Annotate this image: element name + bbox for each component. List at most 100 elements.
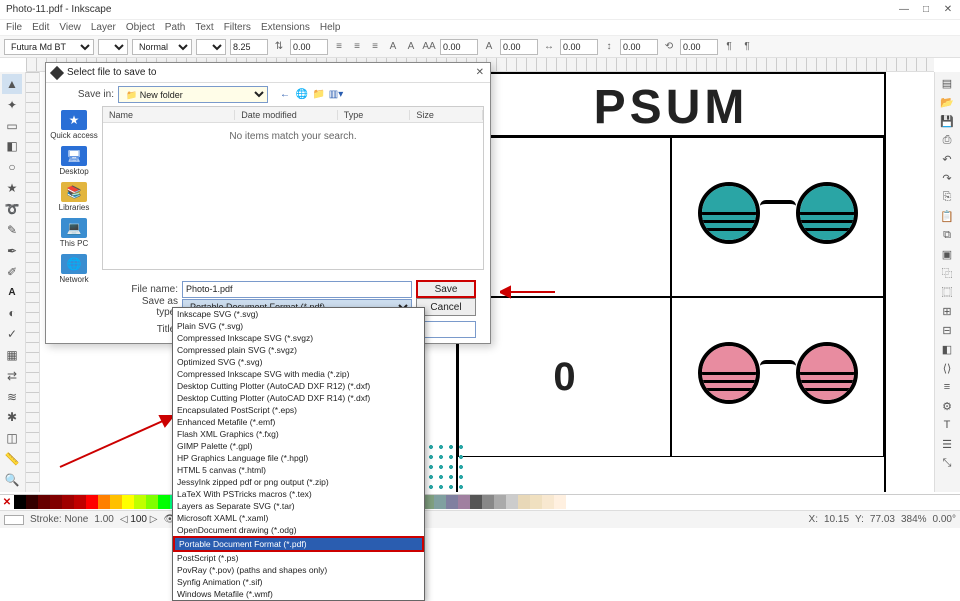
col-type[interactable]: Type — [338, 110, 411, 120]
place-libraries[interactable]: 📚Libraries — [59, 182, 90, 212]
format-option[interactable]: HTML 5 canvas (*.html) — [173, 464, 424, 476]
direction-rtl-icon[interactable]: ¶ — [740, 40, 754, 54]
align-icon[interactable]: ≡ — [937, 378, 957, 396]
spray-tool[interactable]: ✱ — [2, 408, 22, 428]
color-swatch[interactable] — [542, 495, 554, 509]
close-icon[interactable]: ✕ — [942, 4, 954, 15]
col-date[interactable]: Date modified — [235, 110, 337, 120]
format-option[interactable]: Portable Document Format (*.pdf) — [173, 536, 424, 552]
format-option[interactable]: OpenDocument drawing (*.odg) — [173, 524, 424, 536]
text-tool[interactable]: A — [2, 282, 22, 302]
menu-help[interactable]: Help — [320, 22, 341, 33]
superscript-icon[interactable]: A — [386, 40, 400, 54]
layers-icon[interactable]: ☰ — [937, 435, 957, 453]
unit-select[interactable] — [196, 39, 226, 55]
color-swatch[interactable] — [518, 495, 530, 509]
color-swatch[interactable] — [158, 495, 170, 509]
place-network[interactable]: 🌐Network — [59, 254, 88, 284]
menu-object[interactable]: Object — [126, 22, 155, 33]
connector-tool[interactable]: ⇄ — [2, 366, 22, 386]
col-size[interactable]: Size — [410, 110, 483, 120]
format-option[interactable]: Optimized SVG (*.svg) — [173, 356, 424, 368]
node-tool[interactable]: ✦ — [2, 95, 22, 115]
back-icon[interactable]: ← — [278, 88, 292, 102]
col-name[interactable]: Name — [103, 110, 235, 120]
zoom-fit-icon[interactable]: ⧉ — [937, 226, 957, 244]
paste-icon[interactable]: 📋 — [937, 207, 957, 225]
xml-icon[interactable]: ⟨⟩ — [937, 359, 957, 377]
copy-icon[interactable]: ⎘ — [937, 188, 957, 206]
font-size-input[interactable] — [230, 39, 268, 55]
menu-filters[interactable]: Filters — [224, 22, 251, 33]
format-option[interactable]: Plain SVG (*.svg) — [173, 320, 424, 332]
subscript-icon[interactable]: A — [404, 40, 418, 54]
menu-path[interactable]: Path — [165, 22, 186, 33]
format-option[interactable]: Inkscape SVG (*.svg) — [173, 308, 424, 320]
dy-input[interactable] — [620, 39, 658, 55]
newfolder-icon[interactable]: 📁 — [312, 88, 326, 102]
up-icon[interactable]: 🌐 — [295, 88, 309, 102]
print-icon[interactable]: ⎙ — [937, 131, 957, 149]
align-center-icon[interactable]: ≡ — [350, 40, 364, 54]
menu-edit[interactable]: Edit — [32, 22, 49, 33]
rotation-value[interactable]: 0.00° — [933, 514, 956, 525]
format-option[interactable]: Compressed Inkscape SVG (*.svgz) — [173, 332, 424, 344]
format-option[interactable]: Encapsulated PostScript (*.eps) — [173, 404, 424, 416]
prefs-icon[interactable]: ⚙ — [937, 397, 957, 415]
dx-icon[interactable]: ↔ — [542, 40, 556, 54]
file-format-dropdown[interactable]: Inkscape SVG (*.svg)Plain SVG (*.svg)Com… — [172, 307, 425, 601]
undo-icon[interactable]: ↶ — [937, 150, 957, 168]
color-swatch[interactable] — [98, 495, 110, 509]
menu-extensions[interactable]: Extensions — [261, 22, 310, 33]
format-option[interactable]: PovRay (*.pov) (paths and shapes only) — [173, 564, 424, 576]
format-option[interactable]: Windows Metafile (*.wmf) — [173, 588, 424, 600]
font-family-select[interactable]: Futura Md BT — [4, 39, 94, 55]
color-swatch[interactable] — [50, 495, 62, 509]
dropper-tool[interactable]: ✓ — [2, 324, 22, 344]
color-swatch[interactable] — [62, 495, 74, 509]
selector-tool[interactable]: ▲ — [2, 74, 22, 94]
text-prop-icon[interactable]: T — [937, 416, 957, 434]
format-option[interactable]: Desktop Cutting Plotter (AutoCAD DXF R14… — [173, 392, 424, 404]
color-swatch[interactable] — [134, 495, 146, 509]
zoom-tool[interactable]: 🔍 — [2, 470, 22, 490]
format-option[interactable]: Synfig Animation (*.sif) — [173, 576, 424, 588]
views-icon[interactable]: ▥▾ — [329, 88, 343, 102]
word-spacing-input[interactable] — [500, 39, 538, 55]
fill-stroke-icon[interactable]: ◧ — [937, 340, 957, 358]
group-icon[interactable]: ⊞ — [937, 302, 957, 320]
font-style-select[interactable]: Normal — [132, 39, 192, 55]
letter-spacing-input[interactable] — [440, 39, 478, 55]
spiral-tool[interactable]: ➰ — [2, 199, 22, 219]
color-swatch[interactable] — [554, 495, 566, 509]
save-icon[interactable]: 💾 — [937, 112, 957, 130]
gradient-tool[interactable]: ◐ — [2, 303, 22, 323]
minimize-icon[interactable]: — — [898, 4, 910, 15]
color-swatch[interactable] — [566, 495, 578, 509]
color-swatch[interactable] — [26, 495, 38, 509]
color-swatch[interactable] — [86, 495, 98, 509]
menu-file[interactable]: File — [6, 22, 22, 33]
format-option[interactable]: Flash XML Graphics (*.fxg) — [173, 428, 424, 440]
align-right-icon[interactable]: ≡ — [368, 40, 382, 54]
pencil-tool[interactable]: ✎ — [2, 220, 22, 240]
rotation-icon[interactable]: ⟲ — [662, 40, 676, 54]
color-swatch[interactable] — [434, 495, 446, 509]
align-left-icon[interactable]: ≡ — [332, 40, 346, 54]
menu-text[interactable]: Text — [195, 22, 213, 33]
format-option[interactable]: GIMP Palette (*.gpl) — [173, 440, 424, 452]
clone-icon[interactable]: ⿴ — [937, 283, 957, 301]
format-option[interactable]: Enhanced Metafile (*.emf) — [173, 416, 424, 428]
format-option[interactable]: LaTeX With PSTricks macros (*.tex) — [173, 488, 424, 500]
tweak-tool[interactable]: ≋ — [2, 387, 22, 407]
format-option[interactable]: Layers as Separate SVG (*.tar) — [173, 500, 424, 512]
no-fill-swatch[interactable]: ✕ — [0, 495, 14, 509]
color-swatch[interactable] — [146, 495, 158, 509]
color-swatch[interactable] — [14, 495, 26, 509]
rect-tool[interactable]: ▭ — [2, 116, 22, 136]
dialog-close-icon[interactable]: ✕ — [476, 67, 484, 78]
format-option[interactable]: PostScript (*.ps) — [173, 552, 424, 564]
opacity-value[interactable]: 1.00 — [94, 514, 113, 525]
color-swatch[interactable] — [494, 495, 506, 509]
color-swatch[interactable] — [506, 495, 518, 509]
